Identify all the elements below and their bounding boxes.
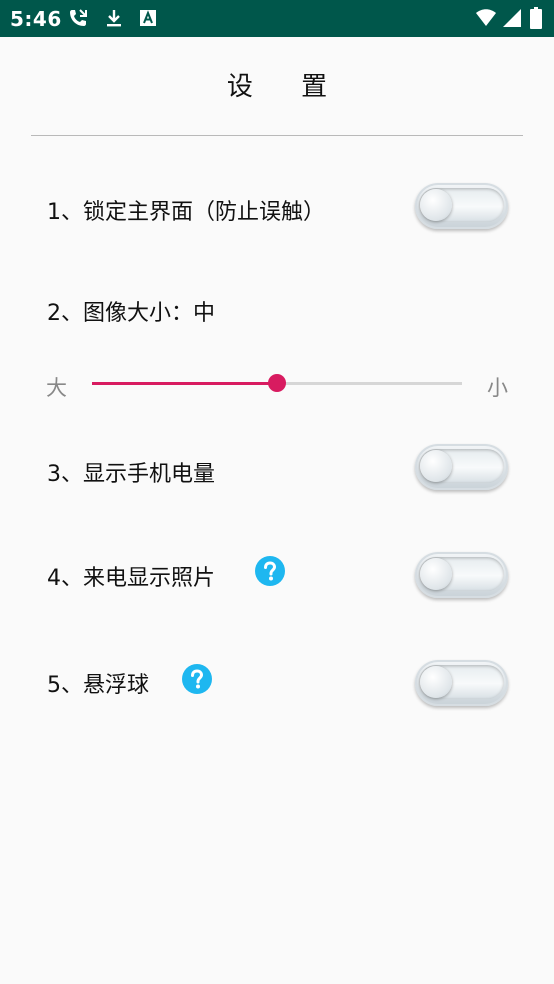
battery-icon bbox=[530, 7, 542, 29]
caller-photo-label: 4、来电显示照片 bbox=[47, 566, 215, 591]
page-title: 设 置 bbox=[226, 72, 348, 102]
status-time: 5:46 bbox=[10, 7, 62, 31]
status-bar: 5:46 bbox=[0, 0, 554, 37]
image-size-slider[interactable] bbox=[92, 372, 462, 394]
show-battery-toggle[interactable] bbox=[415, 444, 508, 490]
title-divider bbox=[31, 135, 523, 136]
help-icon[interactable] bbox=[254, 555, 286, 587]
wifi-icon bbox=[476, 9, 496, 26]
toggle-thumb bbox=[420, 558, 452, 590]
slider-fill bbox=[92, 382, 277, 385]
slider-max-label: 小 bbox=[487, 376, 508, 400]
caller-photo-toggle[interactable] bbox=[415, 552, 508, 598]
download-icon bbox=[107, 10, 121, 27]
floating-ball-label: 5、悬浮球 bbox=[47, 673, 149, 698]
lock-ui-toggle[interactable] bbox=[415, 183, 508, 229]
call-forwarded-icon bbox=[70, 9, 87, 26]
slider-thumb[interactable] bbox=[268, 374, 286, 392]
toggle-thumb bbox=[420, 189, 452, 221]
toggle-thumb bbox=[420, 450, 452, 482]
slider-min-label: 大 bbox=[46, 376, 67, 400]
show-battery-label: 3、显示手机电量 bbox=[47, 462, 215, 487]
toggle-thumb bbox=[420, 666, 452, 698]
signal-icon bbox=[503, 9, 521, 27]
floating-ball-toggle[interactable] bbox=[415, 660, 508, 706]
lock-ui-label: 1、锁定主界面（防止误触） bbox=[47, 200, 325, 225]
help-icon[interactable] bbox=[181, 663, 213, 695]
image-size-label: 2、图像大小：中 bbox=[47, 301, 215, 326]
a-badge-icon bbox=[140, 10, 156, 26]
